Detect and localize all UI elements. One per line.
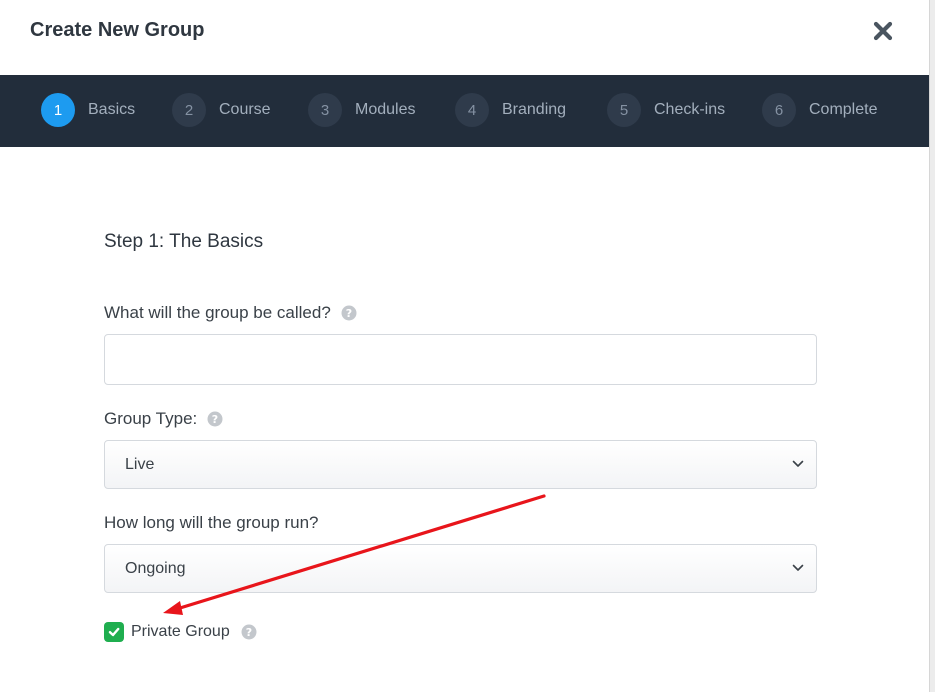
checkmark-icon: [108, 627, 120, 637]
duration-value: Ongoing: [125, 560, 186, 577]
step-number: 3: [308, 93, 342, 127]
question-circle-icon[interactable]: ?: [207, 411, 223, 427]
chevron-down-icon: [792, 564, 804, 571]
step-label: Check-ins: [654, 101, 726, 118]
svg-text:?: ?: [246, 626, 252, 639]
close-icon[interactable]: [873, 20, 893, 42]
step-title: Step 1: The Basics: [104, 231, 264, 252]
duration-label-row: How long will the group run?: [104, 513, 319, 533]
step-modules[interactable]: 3 Modules: [308, 93, 415, 127]
question-circle-icon[interactable]: ?: [241, 624, 257, 640]
step-number: 4: [455, 93, 489, 127]
private-group-checkbox[interactable]: [104, 622, 124, 642]
step-label: Course: [219, 101, 271, 118]
svg-text:?: ?: [212, 413, 218, 426]
group-type-label: Group Type:: [104, 409, 198, 428]
question-circle-icon[interactable]: ?: [341, 305, 357, 321]
group-name-label: What will the group be called?: [104, 303, 331, 322]
step-basics[interactable]: 1 Basics: [41, 93, 135, 127]
wizard-steps-bar: 1 Basics 2 Course 3 Modules 4 Branding 5…: [0, 75, 929, 147]
step-number: 6: [762, 93, 796, 127]
step-branding[interactable]: 4 Branding: [455, 93, 566, 127]
step-label: Branding: [502, 101, 567, 118]
step-number: 1: [41, 93, 75, 127]
group-name-input[interactable]: [104, 334, 817, 385]
step-number: 5: [607, 93, 641, 127]
svg-text:?: ?: [346, 307, 352, 320]
group-type-label-row: Group Type: ?: [104, 409, 223, 429]
private-group-label[interactable]: Private Group: [131, 623, 230, 641]
modal-title: Create New Group: [30, 19, 205, 41]
modal-header: Create New Group: [0, 0, 929, 75]
duration-select[interactable]: Ongoing: [104, 544, 817, 593]
step-number: 2: [172, 93, 206, 127]
chevron-down-icon: [792, 460, 804, 467]
step-label: Modules: [355, 101, 416, 118]
scrollbar-track[interactable]: [929, 0, 935, 692]
step-course[interactable]: 2 Course: [172, 93, 271, 127]
group-type-select[interactable]: Live: [104, 440, 817, 489]
step-complete[interactable]: 6 Complete: [762, 93, 877, 127]
step-label: Complete: [809, 101, 878, 118]
step-label: Basics: [88, 101, 136, 118]
private-group-row: Private Group ?: [104, 622, 257, 642]
group-type-value: Live: [125, 456, 155, 473]
group-name-label-row: What will the group be called? ?: [104, 303, 357, 323]
step-check-ins[interactable]: 5 Check-ins: [607, 93, 725, 127]
duration-label: How long will the group run?: [104, 513, 319, 532]
